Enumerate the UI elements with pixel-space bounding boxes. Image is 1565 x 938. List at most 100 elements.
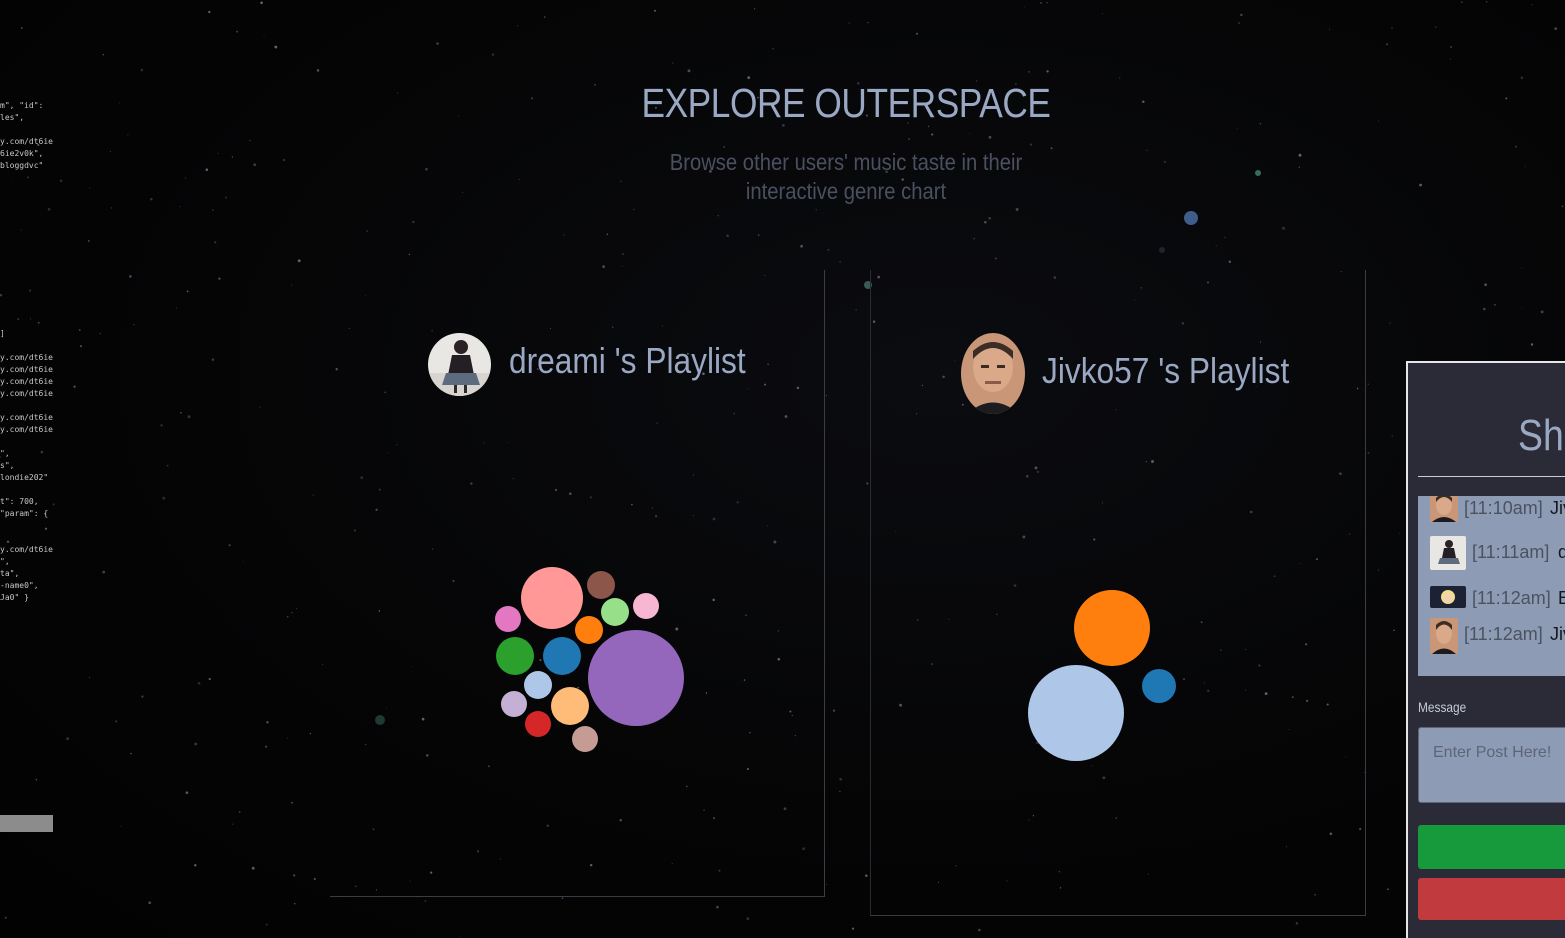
- star: [1146, 149, 1148, 151]
- subtitle-line-1: Browse other users' music taste in their: [669, 149, 1023, 175]
- genre-bubble[interactable]: [496, 637, 534, 675]
- star: [1378, 120, 1380, 122]
- user-avatar-jivko57: [1430, 618, 1458, 654]
- genre-bubble[interactable]: [501, 691, 527, 717]
- star: [1398, 532, 1400, 534]
- star: [772, 48, 774, 50]
- star: [839, 790, 841, 793]
- star: [214, 241, 217, 244]
- star: [118, 102, 120, 104]
- code-snippet-panel: m", "id": les", y.com/dt6ie 6ie2v0k", bloggd…: [0, 100, 60, 620]
- message-time: [11:12am]: [1464, 624, 1543, 644]
- star: [166, 464, 169, 467]
- star: [291, 284, 293, 286]
- page-subtitle: Browse other users' music taste in their…: [630, 148, 1063, 206]
- star: [978, 928, 981, 932]
- star: [1046, 2, 1048, 4]
- genre-bubble-chart-dreami[interactable]: [330, 270, 824, 896]
- star: [1046, 70, 1049, 73]
- star: [908, 138, 911, 140]
- code-line: ]: [0, 329, 5, 338]
- genre-bubble[interactable]: [1142, 669, 1176, 703]
- genre-bubble[interactable]: [588, 630, 684, 726]
- star: [994, 257, 997, 260]
- star: [602, 265, 605, 268]
- star: [988, 216, 991, 220]
- star: [1023, 6, 1025, 8]
- code-line: les",: [0, 113, 25, 122]
- star: [286, 737, 288, 739]
- star: [321, 663, 324, 666]
- star: [287, 616, 289, 618]
- star: [1237, 22, 1240, 24]
- star: [20, 27, 23, 29]
- message-user[interactable]: Jiv: [1550, 498, 1565, 519]
- genre-bubble[interactable]: [521, 567, 583, 629]
- genre-bubble[interactable]: [587, 571, 615, 599]
- star: [291, 612, 293, 614]
- star: [313, 877, 316, 881]
- shoutbox-panel: Sho [11:10am] Jiv [11:11am] d: [1406, 361, 1565, 938]
- star: [1521, 267, 1523, 269]
- code-scrollbar[interactable]: [0, 815, 53, 832]
- post-message-button[interactable]: [1418, 825, 1565, 869]
- shoutbox-message-feed[interactable]: [11:10am] Jiv [11:11am] d [11:12am] B: [1418, 496, 1565, 676]
- genre-bubble[interactable]: [633, 593, 659, 619]
- genre-bubble[interactable]: [543, 637, 581, 675]
- star: [424, 900, 427, 902]
- star: [140, 68, 144, 72]
- star: [1450, 45, 1453, 48]
- star: [184, 177, 187, 179]
- code-line: t": 700,: [0, 497, 39, 506]
- star: [1015, 208, 1019, 211]
- star: [973, 237, 975, 240]
- star: [1434, 26, 1437, 28]
- code-line: Ja0" }: [0, 593, 29, 602]
- genre-bubble[interactable]: [524, 671, 552, 699]
- star: [225, 196, 227, 199]
- star: [194, 742, 198, 746]
- star: [839, 260, 841, 263]
- star: [1163, 160, 1167, 164]
- clear-message-button[interactable]: [1418, 878, 1565, 920]
- genre-bubble[interactable]: [1074, 590, 1150, 666]
- star: [185, 791, 189, 794]
- genre-bubble[interactable]: [575, 616, 603, 644]
- star: [35, 778, 38, 781]
- star: [1040, 1, 1042, 4]
- star: [102, 53, 105, 56]
- star: [217, 152, 219, 154]
- star: [79, 329, 81, 331]
- genre-bubble[interactable]: [1028, 665, 1124, 761]
- star: [251, 866, 255, 870]
- message-user[interactable]: d: [1558, 542, 1565, 563]
- bright-star: [1255, 170, 1261, 176]
- genre-bubble-chart-jivko57[interactable]: [871, 270, 1365, 915]
- message-user[interactable]: Jiv: [1550, 624, 1565, 645]
- genre-bubble[interactable]: [551, 687, 589, 725]
- star: [263, 34, 265, 36]
- star: [1387, 888, 1389, 891]
- star: [397, 92, 399, 94]
- message-input[interactable]: [1418, 727, 1565, 803]
- genre-bubble[interactable]: [525, 711, 551, 737]
- star: [73, 385, 76, 388]
- genre-bubble[interactable]: [601, 598, 629, 626]
- star: [99, 332, 101, 335]
- genre-bubble[interactable]: [495, 606, 521, 632]
- star: [194, 864, 197, 867]
- genre-bubble[interactable]: [572, 726, 598, 752]
- star: [619, 180, 622, 183]
- star: [110, 207, 112, 209]
- star: [1494, 303, 1496, 306]
- star: [312, 494, 314, 496]
- star: [1119, 77, 1121, 79]
- star: [1505, 97, 1508, 100]
- star: [1419, 183, 1423, 187]
- message-user[interactable]: B: [1558, 588, 1565, 609]
- message-label: Message: [1418, 699, 1467, 715]
